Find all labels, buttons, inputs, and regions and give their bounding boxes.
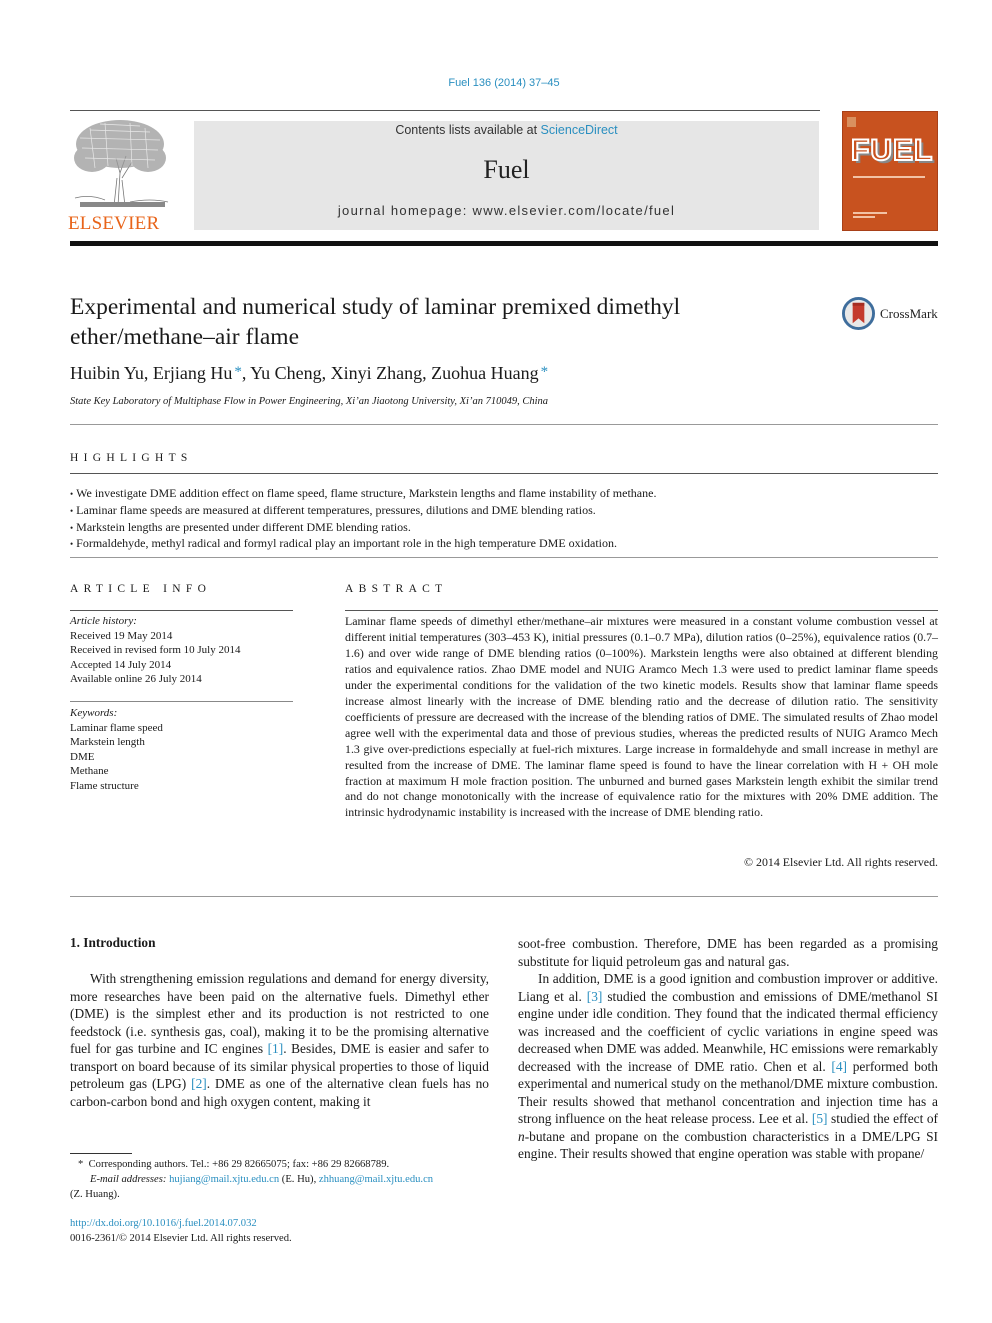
keyword: Methane (70, 765, 109, 777)
elsevier-wordmark: ELSEVIER (68, 213, 160, 234)
body-paragraph: soot-free combustion. Therefore, DME has… (518, 936, 938, 969)
author-name[interactable]: Huibin Yu (70, 363, 144, 383)
article-title: Experimental and numerical study of lami… (70, 294, 681, 350)
issn-copyright: 0016-2361/© 2014 Elsevier Ltd. All right… (70, 1233, 292, 1244)
email-link[interactable]: zhhuang@mail.xjtu.edu.cn (319, 1174, 433, 1185)
corresponding-author-marker[interactable]: * (234, 364, 242, 380)
cover-title: FUEL (850, 133, 934, 168)
section-heading-introduction: 1. Introduction (70, 935, 156, 950)
crossmark-icon (842, 297, 875, 330)
author-name[interactable]: Yu Cheng (250, 363, 322, 383)
affiliation: State Key Laboratory of Multiphase Flow … (70, 396, 548, 407)
body-paragraph: With strengthening emission regulations … (70, 970, 489, 1110)
body-text-italic: n (518, 1128, 525, 1144)
cover-footer-line (853, 212, 887, 214)
divider (70, 896, 938, 897)
citation-link[interactable]: [1] (268, 1041, 284, 1056)
keyword: DME (70, 750, 95, 763)
cover-publisher-badge (847, 117, 856, 127)
abstract-text: Laminar flame speeds of dimethyl ether/m… (345, 614, 938, 820)
doi-link[interactable]: http://dx.doi.org/10.1016/j.fuel.2014.07… (70, 1216, 292, 1231)
divider (345, 610, 938, 611)
history-entry: Accepted 14 July 2014 (70, 658, 172, 671)
keywords: Keywords: Laminar flame speed Markstein … (70, 706, 293, 793)
author-list: Huibin Yu, Erjiang Hu *, Yu Cheng, Xinyi … (70, 363, 549, 383)
history-entry: Received 19 May 2014 (70, 629, 173, 642)
body-text: -butane and propane on the combustion ch… (518, 1128, 938, 1162)
article-history-label: Article history: (70, 615, 137, 627)
header-heavy-divider (70, 241, 938, 246)
journal-cover-image[interactable]: FUEL (842, 111, 938, 231)
footnote: * Corresponding authors. Tel.: +86 29 82… (70, 1157, 495, 1202)
highlights-list: We investigate DME addition effect on fl… (70, 486, 656, 553)
divider (70, 701, 293, 702)
history-entry: Received in revised form 10 July 2014 (70, 644, 241, 656)
body-paragraph: In addition, DME is a good ignition and … (518, 970, 938, 1163)
doi-block: http://dx.doi.org/10.1016/j.fuel.2014.07… (70, 1216, 292, 1246)
keyword: Laminar flame speed (70, 721, 163, 734)
divider (70, 557, 938, 558)
citation-link[interactable]: [5] (812, 1111, 828, 1126)
header-divider (70, 110, 820, 111)
journal-name: Fuel (483, 155, 530, 184)
cover-footer-line (853, 216, 875, 218)
divider (70, 473, 938, 474)
divider (70, 610, 293, 611)
citation-link[interactable]: [4] (831, 1059, 847, 1074)
cover-subtitle-line (853, 176, 925, 178)
corresponding-text: Corresponding authors. Tel.: +86 29 8266… (88, 1159, 390, 1170)
citation-link[interactable]: [2] (191, 1076, 207, 1091)
keywords-label: Keywords: (70, 707, 118, 719)
history-entry: Available online 26 July 2014 (70, 673, 202, 685)
highlight-item: We investigate DME addition effect on fl… (70, 486, 656, 503)
elsevier-tree-icon (74, 120, 169, 207)
highlight-item: Laminar flame speeds are measured at dif… (70, 503, 656, 520)
abstract-heading: ABSTRACT (345, 583, 448, 595)
author-name[interactable]: Erjiang Hu (153, 363, 232, 383)
contents-line: Contents lists available at ScienceDirec… (194, 123, 819, 137)
journal-homepage-link[interactable]: journal homepage: www.elsevier.com/locat… (194, 203, 819, 218)
crossmark-button[interactable]: CrossMark (842, 297, 938, 330)
crossmark-label: CrossMark (880, 305, 938, 321)
body-column-left: With strengthening emission regulations … (70, 970, 489, 1110)
highlight-item: Markstein lengths are presented under di… (70, 520, 656, 537)
citation-link[interactable]: [3] (587, 989, 603, 1004)
highlight-item: Formaldehyde, methyl radical and formyl … (70, 536, 656, 553)
email-owner: (Z. Huang). (70, 1189, 120, 1200)
email-link[interactable]: hujiang@mail.xjtu.edu.cn (169, 1174, 279, 1185)
body-text: studied the effect of (827, 1111, 939, 1126)
body-column-right: soot-free combustion. Therefore, DME has… (518, 935, 938, 1163)
email-note: E-mail addresses: hujiang@mail.xjtu.edu.… (70, 1172, 495, 1202)
email-label: E-mail addresses: (90, 1174, 167, 1185)
article-history: Article history: Received 19 May 2014 Re… (70, 614, 293, 687)
footnote-divider (70, 1153, 132, 1154)
abstract-copyright: © 2014 Elsevier Ltd. All rights reserved… (744, 855, 938, 869)
email-owner: (E. Hu), (279, 1174, 319, 1185)
article-info-heading: ARTICLE INFO (70, 583, 212, 595)
author-name[interactable]: Xinyi Zhang (331, 363, 423, 383)
footnote-star: * (78, 1159, 84, 1170)
corresponding-note: * Corresponding authors. Tel.: +86 29 82… (70, 1157, 495, 1172)
highlights-heading: HIGHLIGHTS (70, 452, 193, 464)
contents-prefix: Contents lists available at (395, 123, 541, 137)
keyword: Flame structure (70, 779, 139, 792)
journal-reference-link[interactable]: Fuel 136 (2014) 37–45 (0, 77, 992, 89)
corresponding-author-marker[interactable]: * (541, 364, 549, 380)
divider (70, 424, 938, 425)
sciencedirect-link[interactable]: ScienceDirect (541, 123, 618, 137)
keyword: Markstein length (70, 736, 145, 748)
journal-banner: Contents lists available at ScienceDirec… (194, 121, 819, 230)
author-name[interactable]: Zuohua Huang (431, 363, 538, 383)
elsevier-logo[interactable]: ELSEVIER (68, 118, 173, 234)
